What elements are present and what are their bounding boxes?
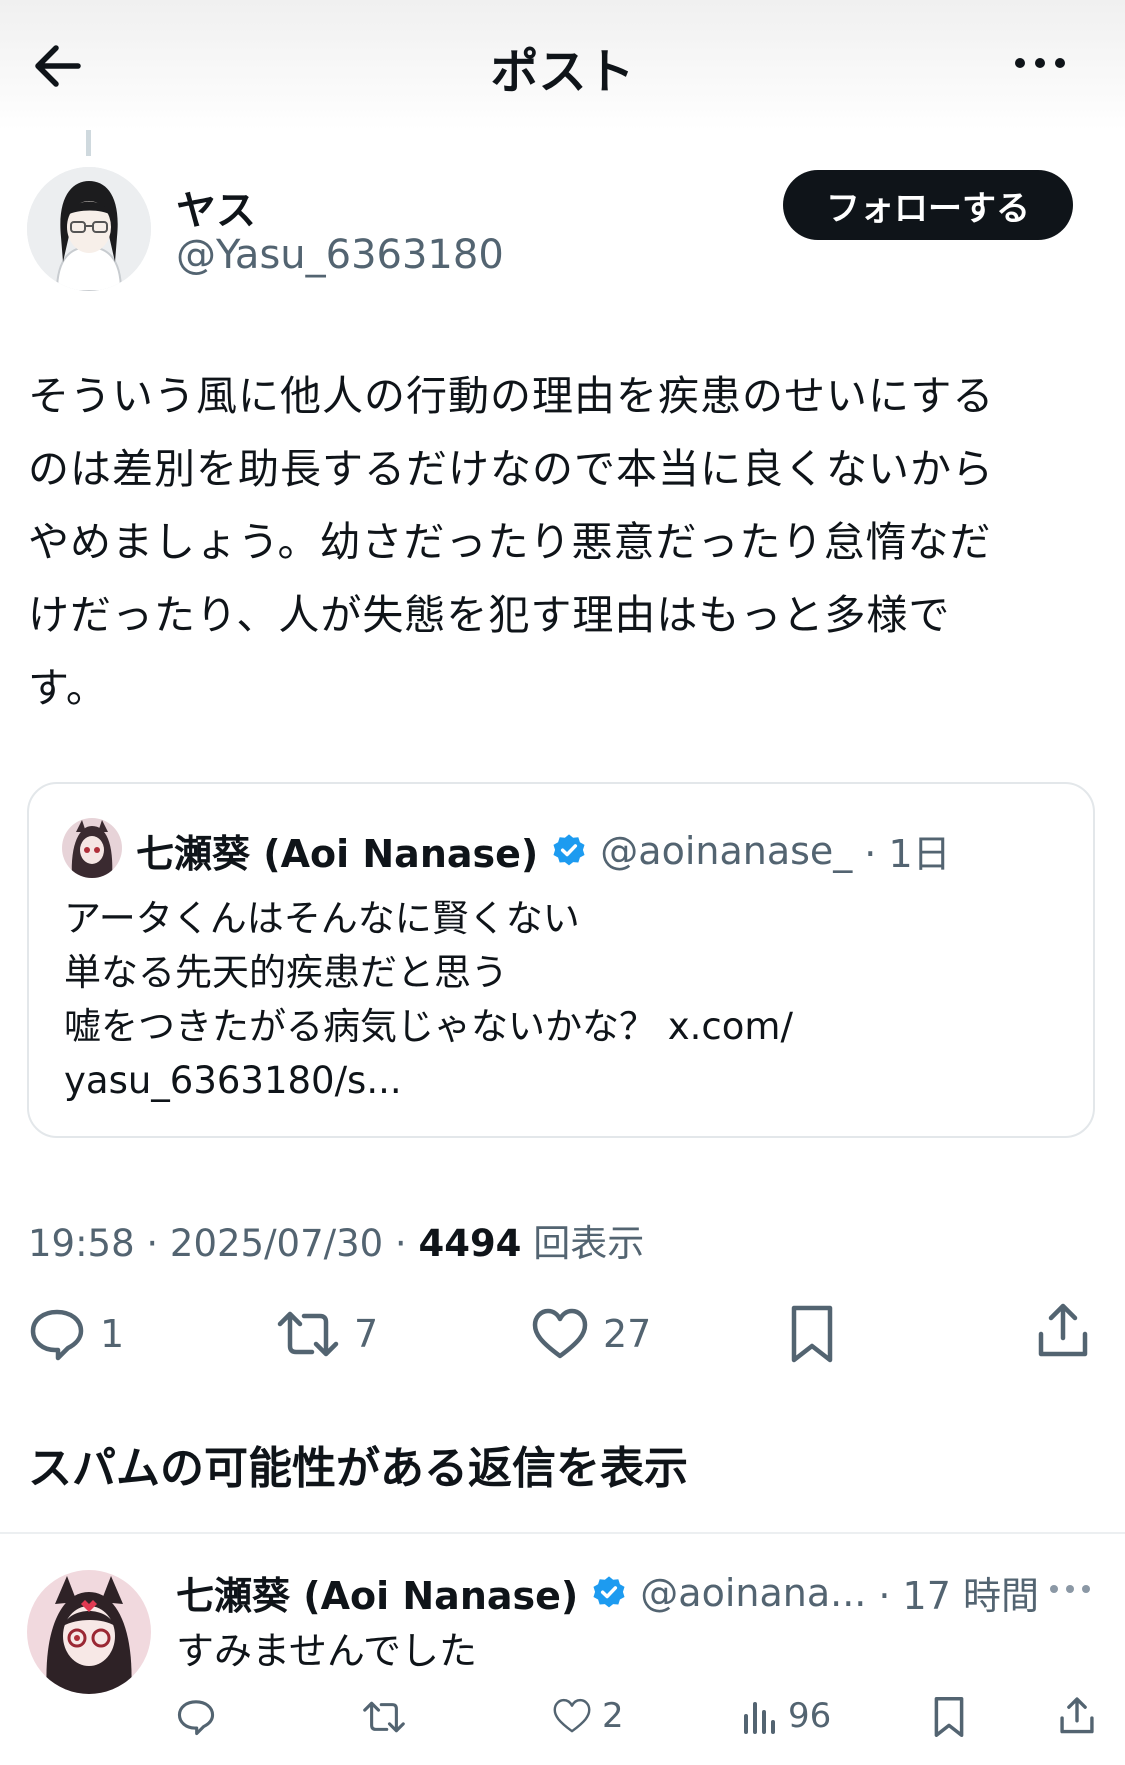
quote-text: アータくんはそんなに賢くない 単なる先天的疾患だと思う 嘘をつきたがる病気じゃな… <box>64 897 793 1102</box>
quote-header: 七瀬葵 (Aoi Nanase) @aoinanase_ · 1日 <box>136 823 951 878</box>
views-icon <box>744 1702 775 1734</box>
quote-author-handle: @aoinanase_ <box>600 828 853 873</box>
verified-badge-icon <box>593 1575 625 1607</box>
reply-views-action[interactable]: 96 <box>742 1696 831 1736</box>
repost-action[interactable]: 7 <box>276 1306 378 1362</box>
repost-icon <box>277 1311 339 1357</box>
reply-author-name[interactable]: 七瀬葵 (Aoi Nanase) <box>176 1565 578 1620</box>
reply-text: すみませんでした <box>176 1629 477 1673</box>
reply-author-handle[interactable]: @aoinana... <box>640 1571 866 1615</box>
author-name[interactable]: ヤス <box>176 178 256 236</box>
reply-like-count: 2 <box>602 1696 624 1736</box>
more-icon[interactable] <box>1010 48 1070 78</box>
reply-repost-icon[interactable] <box>362 1697 406 1737</box>
reply-like-action[interactable]: 2 <box>552 1696 624 1736</box>
reply-more-icon[interactable] <box>1048 1581 1092 1597</box>
post-timestamp: 19:58 · 2025/07/30 · <box>28 1222 419 1265</box>
post-text: そういう風に他人の行動の理由を疾患のせいにする のは差別を助長するだけなので本当… <box>28 372 995 712</box>
author-avatar[interactable] <box>27 167 151 291</box>
like-icon <box>532 1308 588 1359</box>
follow-button[interactable]: フォローする <box>783 170 1073 240</box>
reply-bookmark-icon[interactable] <box>932 1696 966 1738</box>
page-title: ポスト <box>490 44 635 100</box>
reply-header: 七瀬葵 (Aoi Nanase) @aoinana... · 17 時間 <box>176 1565 1106 1620</box>
reply-reply-icon[interactable] <box>176 1697 216 1737</box>
reply-like-icon <box>553 1698 591 1733</box>
show-spam-replies-link[interactable]: スパムの可能性がある返信を表示 <box>28 1432 688 1496</box>
reply-action[interactable]: 1 <box>28 1306 124 1362</box>
like-action[interactable]: 27 <box>531 1306 651 1362</box>
share-icon[interactable] <box>1035 1302 1091 1360</box>
reply-views-count: 96 <box>788 1696 832 1736</box>
views-label: 回表示 <box>521 1222 645 1265</box>
verified-badge-icon <box>553 833 585 865</box>
reply-icon <box>30 1309 84 1361</box>
reply-share-icon[interactable] <box>1058 1696 1096 1736</box>
bookmark-icon[interactable] <box>788 1304 836 1364</box>
quote-author-avatar <box>62 818 122 878</box>
thread-line <box>86 130 91 156</box>
reply-time: · 17 時間 <box>878 1574 1039 1618</box>
quote-time: · 1日 <box>864 832 951 876</box>
reply-author-avatar[interactable] <box>27 1570 151 1694</box>
views-count: 4494 <box>418 1222 522 1265</box>
repost-count: 7 <box>354 1312 379 1356</box>
quote-author-name: 七瀬葵 (Aoi Nanase) <box>136 832 539 876</box>
like-count: 27 <box>603 1312 652 1356</box>
reply-count: 1 <box>100 1312 125 1356</box>
divider <box>0 1532 1125 1534</box>
author-handle[interactable]: @Yasu_6363180 <box>176 232 504 278</box>
post-meta: 19:58 · 2025/07/30 · 4494 回表示 <box>28 1213 644 1267</box>
